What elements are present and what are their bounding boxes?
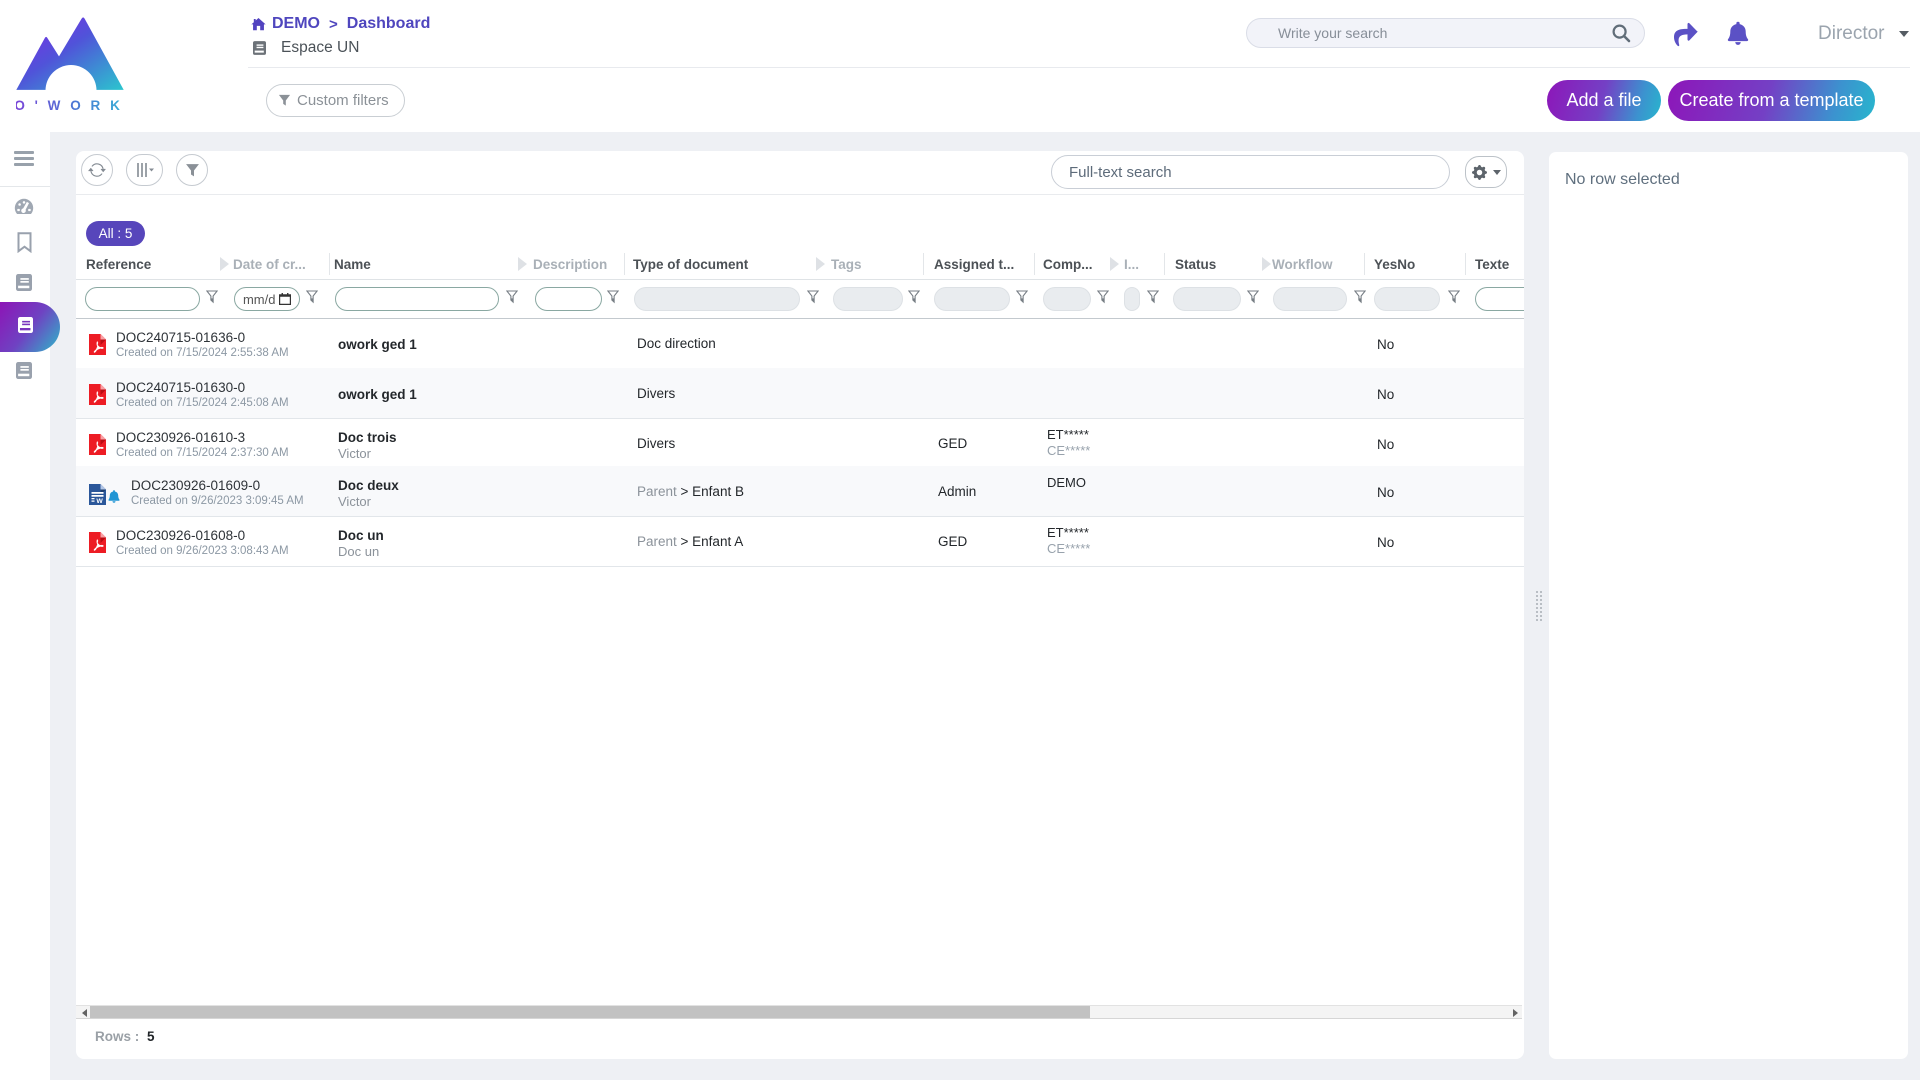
svg-text:W: W — [96, 498, 103, 505]
svg-text:O'WORK: O'WORK — [16, 98, 124, 113]
